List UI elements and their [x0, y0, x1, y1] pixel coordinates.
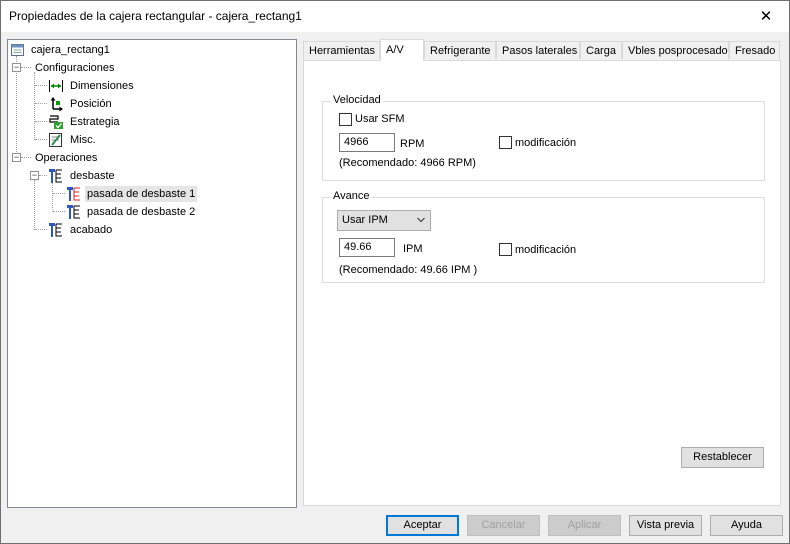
- position-axes-icon: [50, 97, 63, 112]
- toolpath-pass-icon: [67, 187, 80, 201]
- collapse-toggle[interactable]: −: [12, 63, 21, 72]
- aceptar-button[interactable]: Aceptar: [386, 515, 459, 536]
- tab-fresado[interactable]: Fresado: [729, 41, 780, 59]
- tree-item-label: Dimensiones: [70, 80, 134, 92]
- toolpath-pass-icon: [67, 205, 80, 219]
- usar-sfm-label: Usar SFM: [355, 113, 405, 125]
- tree-item-label: Misc.: [70, 134, 96, 146]
- tab-vbles-posprocesado[interactable]: Vbles posprocesado: [622, 41, 729, 59]
- tree-item-label: pasada de desbaste 1: [85, 186, 198, 202]
- dialog-window: Propiedades de la cajera rectangular - c…: [0, 0, 790, 544]
- close-button[interactable]: ✕: [743, 1, 789, 32]
- cancelar-button[interactable]: Cancelar: [467, 515, 540, 536]
- tab-herramientas[interactable]: Herramientas: [303, 41, 380, 59]
- ipm-unit-label: IPM: [403, 243, 423, 255]
- ipm-input[interactable]: 49.66: [339, 238, 395, 257]
- aplicar-button[interactable]: Aplicar: [548, 515, 621, 536]
- collapse-toggle[interactable]: −: [30, 171, 39, 180]
- chevron-down-icon: [417, 217, 425, 223]
- rpm-unit-label: RPM: [400, 138, 425, 150]
- usar-sfm-checkbox[interactable]: [339, 113, 352, 126]
- collapse-toggle[interactable]: −: [12, 153, 21, 162]
- tree-item-label: desbaste: [70, 170, 115, 182]
- ayuda-button[interactable]: Ayuda: [710, 515, 783, 536]
- feed-mode-dropdown[interactable]: Usar IPM: [337, 210, 431, 231]
- avance-group-title: Avance: [331, 190, 372, 202]
- avance-modificacion-label: modificación: [515, 244, 577, 256]
- rpm-recommended-text: (Recomendado: 4966 RPM): [339, 157, 476, 169]
- dimension-arrows-icon: [49, 80, 63, 92]
- velocidad-modificacion-checkbox[interactable]: [499, 136, 512, 149]
- tab-carga[interactable]: Carga: [580, 41, 622, 59]
- document-icon: [11, 44, 24, 56]
- velocidad-group-title: Velocidad: [331, 94, 383, 106]
- strategy-icon: [49, 115, 63, 129]
- window-title: Propiedades de la cajera rectangular - c…: [9, 9, 302, 23]
- rpm-input[interactable]: 4966: [339, 133, 395, 152]
- tab-refrigerante[interactable]: Refrigerante: [424, 41, 496, 59]
- velocidad-group: Velocidad Usar SFM 4966 RPM modificación…: [322, 94, 765, 181]
- velocidad-modificacion-label: modificación: [515, 137, 577, 149]
- avance-modificacion-checkbox[interactable]: [499, 243, 512, 256]
- restablecer-button[interactable]: Restablecer: [681, 447, 764, 468]
- tree-item-label: Operaciones: [35, 152, 98, 164]
- vista-previa-button[interactable]: Vista previa: [629, 515, 702, 536]
- feed-mode-selected: Usar IPM: [342, 214, 388, 226]
- tree-item-label: Configuraciones: [35, 62, 115, 74]
- tree-item-label: Estrategia: [70, 116, 120, 128]
- operations-tree[interactable]: cajera_rectang1 − Configuraciones Dimens…: [7, 39, 297, 508]
- ipm-recommended-text: (Recomendado: 49.66 IPM ): [339, 264, 478, 276]
- tree-item-label: cajera_rectang1: [31, 44, 110, 56]
- tree-item-label: pasada de desbaste 2: [87, 206, 196, 218]
- tree-item-label: acabado: [70, 224, 113, 236]
- toolpath-op-icon: [49, 169, 62, 183]
- tab-panel-av: Velocidad Usar SFM 4966 RPM modificación…: [303, 60, 781, 506]
- tree-item-label: Posición: [70, 98, 112, 110]
- tab-av[interactable]: A/V: [380, 39, 424, 61]
- title-bar: Propiedades de la cajera rectangular - c…: [1, 1, 789, 32]
- tab-pasos-laterales[interactable]: Pasos laterales: [496, 41, 580, 59]
- notepad-icon: [49, 133, 62, 147]
- toolpath-op-icon: [49, 223, 62, 237]
- avance-group: Avance Usar IPM 49.66 IPM modificación (…: [322, 190, 765, 283]
